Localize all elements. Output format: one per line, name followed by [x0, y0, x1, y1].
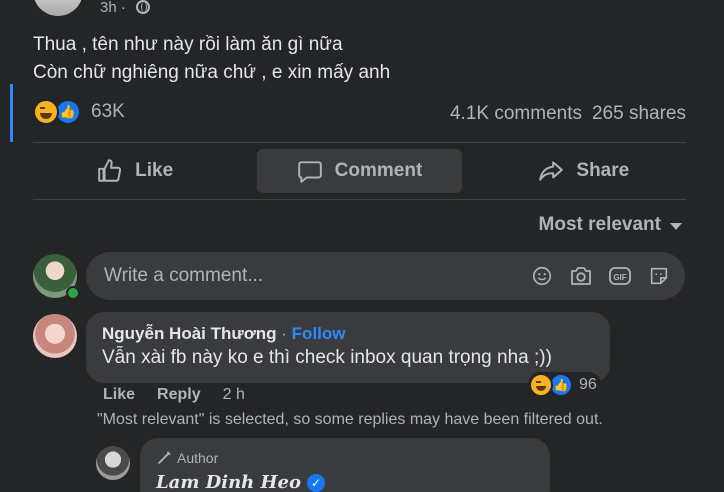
reply-author-name[interactable]: Lam Dinh Heo	[156, 472, 301, 492]
name-separator: ·	[276, 324, 292, 343]
post-reactions[interactable]: 👍 63K	[33, 99, 125, 125]
svg-text:GIF: GIF	[613, 273, 626, 282]
shares-count-link[interactable]: 265 shares	[592, 103, 686, 124]
post-stats: 4.1K comments 265 shares	[450, 103, 686, 125]
caret-down-icon	[670, 223, 682, 230]
follow-link[interactable]: Follow	[292, 324, 346, 343]
post-action-bar: Like Comment Share	[33, 149, 686, 193]
filter-note: "Most relevant" is selected, so some rep…	[97, 411, 603, 428]
comment-reactions[interactable]: 👍 96	[528, 372, 601, 398]
comment-reaction-count: 96	[579, 376, 597, 393]
pen-icon	[158, 451, 171, 464]
comment-time[interactable]: 2 h	[223, 386, 245, 404]
reply-bubble: Author Lam Dinh Heo ✓	[140, 438, 550, 492]
post-time[interactable]: 3h ·	[100, 0, 151, 16]
poster-avatar[interactable]	[33, 0, 83, 16]
comment-author-line: Nguyễn Hoài Thương · Follow	[102, 324, 346, 344]
emoji-icon[interactable]	[530, 264, 554, 288]
divider	[33, 199, 686, 200]
post-text-line-1: Thua , tên như này rồi làm ăn gì nữa	[33, 34, 343, 55]
camera-icon[interactable]	[569, 264, 593, 288]
share-button[interactable]: Share	[482, 149, 686, 193]
divider	[33, 142, 686, 143]
share-button-label: Share	[576, 160, 630, 181]
like-button[interactable]: Like	[33, 149, 237, 193]
author-badge-label: Author	[177, 450, 219, 466]
sticker-icon[interactable]	[647, 264, 671, 288]
sort-label: Most relevant	[538, 214, 661, 235]
comment-composer[interactable]: GIF	[86, 252, 685, 300]
comment-sort-dropdown[interactable]: Most relevant	[539, 214, 682, 236]
post-text: Thua , tên như này rồi làm ăn gì nữa Còn…	[33, 31, 390, 87]
share-arrow-icon	[539, 161, 564, 181]
scroll-accent-bar	[10, 84, 13, 142]
gif-icon[interactable]: GIF	[608, 264, 632, 288]
reply-author-avatar[interactable]	[96, 446, 130, 480]
comment-button-label: Comment	[334, 160, 423, 181]
comment-bubble-icon	[297, 161, 322, 183]
online-status-dot	[66, 286, 80, 300]
like-button-label: Like	[135, 160, 174, 181]
comment-text: Vẫn xài fb này ko e thì check inbox quan…	[102, 347, 552, 368]
comment-bubble: Nguyễn Hoài Thương · Follow Vẫn xài fb n…	[86, 312, 610, 383]
reply-author-name-line: Lam Dinh Heo ✓	[156, 472, 325, 492]
composer-tools: GIF	[530, 264, 671, 288]
commenter-avatar[interactable]	[33, 314, 77, 358]
post-text-line-2: Còn chữ nghiêng nữa chứ , e xin mấy anh	[33, 62, 391, 83]
facebook-post: 3h · Thua , tên như này rồi làm ăn gì nữ…	[0, 0, 724, 492]
comment-reply-link[interactable]: Reply	[157, 386, 201, 404]
reaction-count: 63K	[91, 101, 125, 122]
comment-author-name[interactable]: Nguyễn Hoài Thương	[102, 324, 277, 343]
globe-icon: ·	[116, 0, 131, 16]
comment-input[interactable]	[102, 264, 506, 288]
thumbs-up-icon	[98, 159, 122, 182]
comment-actions: Like Reply 2 h	[103, 386, 245, 404]
verified-check-icon: ✓	[306, 473, 325, 492]
haha-reaction-icon	[33, 99, 59, 125]
comment-button[interactable]: Comment	[257, 149, 462, 193]
haha-reaction-icon	[529, 373, 553, 397]
author-badge: Author	[156, 450, 218, 466]
comments-count-link[interactable]: 4.1K comments	[450, 103, 582, 124]
public-globe-icon	[136, 0, 151, 14]
comment-like-link[interactable]: Like	[103, 386, 135, 404]
post-header: 3h ·	[33, 0, 151, 16]
